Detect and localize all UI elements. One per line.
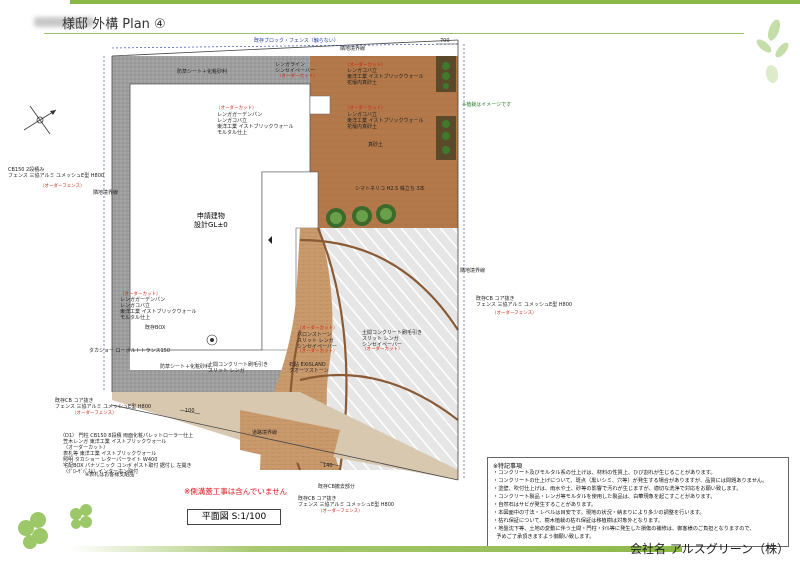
cb-right: 既存CB コア抜き フェンス 三協アルミ ユメッシュE型 H800 xyxy=(476,296,573,308)
brick-wall-b: レンガコバ立 東洋工業 イストブリックウォール 花壇内真砂土 xyxy=(347,112,424,130)
mon-notes: （D1） 門柱 CB150 8段積 両面化粧パレットローラー仕上 笠木レンガ 東… xyxy=(60,433,194,475)
bottom-accent-bar xyxy=(70,546,682,552)
tag-ordercut-2: （オーダーカット） xyxy=(277,74,318,79)
shimatoneriko-label: シマトネリコ H2.5 株立ち 3本 xyxy=(355,186,425,192)
tag-ordercut-6: （オーダーカット） xyxy=(297,326,338,331)
existing-box: 既存BOX xyxy=(145,325,166,331)
boundary-left: 隣地境界線 xyxy=(93,190,119,196)
company-name: 会社名 アルスグリーン（株） xyxy=(630,542,790,556)
mon-note-star: ※表札はお客様支給品 xyxy=(85,472,135,478)
slit-left: 土間コンクリート刷毛引き スリット レンガ xyxy=(208,362,269,374)
brick-wall-a: レンガコバ立 東洋工業 イストブリックウォール 花壇内真砂土 xyxy=(347,68,424,86)
notes-line: ・塗壁、吹付仕上げは、雨水や土、砂等の影響で汚れが生じますが、適切な洗浄で対応を… xyxy=(493,486,742,492)
dim-100: 100 xyxy=(185,408,195,414)
garden-pan-top: レンガガーデンパン レンガコバ立 東洋工業 イストブリックウォール モルタル仕上 xyxy=(217,112,294,136)
scale-box: 平面図 S:1/100 xyxy=(187,509,281,525)
boundary-right: 隣地境界線 xyxy=(460,268,486,274)
special-notes-box: ※特記事項 ・コンクリート及びモルタル系の仕上げは、材料の性質上、ひび割れが生じ… xyxy=(487,457,789,547)
cb-bottom-cut: 既存CB撤去部分 xyxy=(318,484,355,490)
tag-ordercut-4: （オーダーカット） xyxy=(345,106,386,111)
notes-line: ・コンクリートの仕上げについて、斑点（黒いシミ、穴等）が発生する場合がありますが… xyxy=(493,478,768,484)
palon-tag: （オーダーカット） xyxy=(297,349,338,354)
top-fence-label: 既存ブロック・フェンス（触らない） xyxy=(254,38,339,44)
image-note: ※植栽はイメージです xyxy=(462,102,512,108)
building-label: 申請建物 設計GL±0 xyxy=(194,212,228,230)
notes-line: ・本図面中の寸法・レベルは目安です。現地の状況・納まりにより多少の調整を行います… xyxy=(493,510,705,516)
boundary-top-label: 隣地境界線 xyxy=(340,46,366,52)
weed-sheet-bottom: 防草シート＋化粧砂利 xyxy=(160,364,211,370)
masago-label: 真砂土 xyxy=(368,142,384,148)
notes-heading: ※特記事項 xyxy=(493,463,523,470)
notes-line: 予めご了承頂きますよう御願い致します。 xyxy=(493,534,595,540)
garden-pan-left: レンガガーデンパン レンガコバ立 東洋工業 イストブリックウォール モルタル仕上 xyxy=(120,297,197,321)
road-top-label: 道路境界線 xyxy=(252,430,278,436)
tag-ordercut-3: （オーダーカット） xyxy=(216,106,257,111)
slit-right: 土間コンクリート刷毛引き スリット レンガ シンセイペーバー xyxy=(362,330,423,348)
weed-sheet-top: 防草シート＋化粧砂利 xyxy=(177,69,228,75)
takusho-label: タカショー ローボルトトランス150 xyxy=(89,348,171,354)
notes-line: ・枯れ保証について、樹木植栽の枯れ保証は移植樹は対象外となります。 xyxy=(493,518,664,524)
building-line1: 申請建物 xyxy=(196,212,225,220)
building-line2: 設計GL±0 xyxy=(194,221,228,229)
cb-bottom-fence: 既存CB コア抜き フェンス 三協アルミ ユメッシュE型 H800 xyxy=(298,496,395,508)
brick-line-1: レンガライン シンセイペーバー xyxy=(275,62,315,74)
notes-line: ・地盤沈下等、土地の変動に伴う土間・門柱・ﾀｲﾙ等に発生した損傷の補修は、御客様… xyxy=(493,526,755,532)
notes-line: ・コンクリート及びモルタル系の仕上げは、材料の性質上、ひび割れが生じることがあり… xyxy=(493,470,716,476)
slit-right-tag: （オーダーカット） xyxy=(362,347,403,352)
cb150-tag: （オーダーフェンス） xyxy=(40,184,85,189)
ishibei-label: 石貼 EXISLAND クオーツストーン xyxy=(289,362,329,374)
dim-140: 140 xyxy=(323,463,333,469)
cb-left-tag: （オーダーフェンス） xyxy=(72,411,117,416)
cb-bottom-tag: （オーダーフェンス） xyxy=(318,509,363,514)
notes-line: ・コンクリート製品・レンガ等モルタルを使用した製品は、白華現象を起こすことがあり… xyxy=(493,494,716,500)
cb-left-bottom: 既存CB コア抜き フェンス 三協アルミ ユメッシュE型 H800 xyxy=(55,398,152,410)
palonstone-label: パロンストーン スリット レンガ シンセイペーバー xyxy=(297,332,337,350)
cb150-label: CB150 2段積み フェンス 三協アルミ ユメッシュE型 H800 xyxy=(8,167,105,179)
dim-700: 700 xyxy=(440,38,450,44)
cb-right-tag: （オーダーフェンス） xyxy=(492,311,537,316)
notes-line: ・自然石はサビが発生することがあります。 xyxy=(493,502,597,508)
warning-text: ※側溝蓋工事は含んでいません xyxy=(184,487,288,496)
